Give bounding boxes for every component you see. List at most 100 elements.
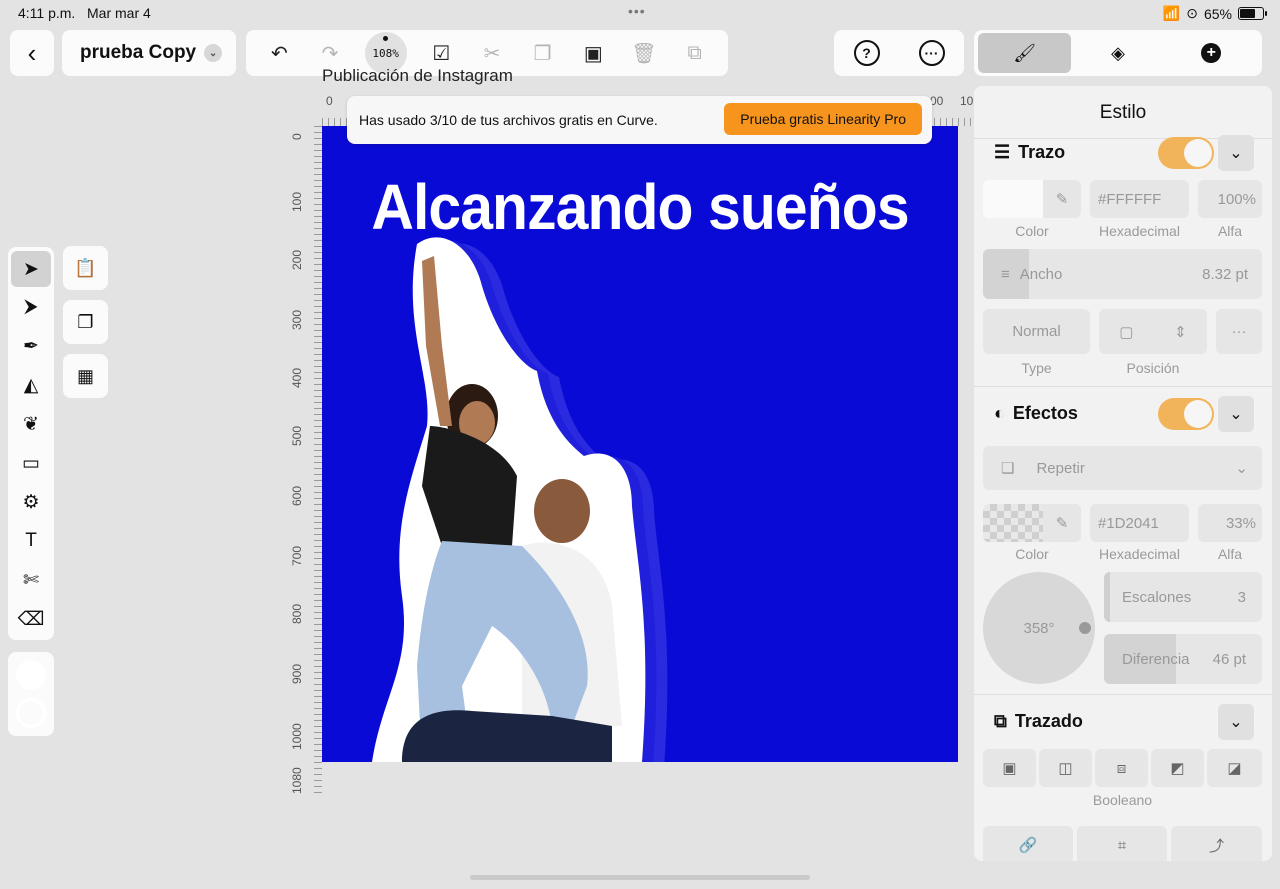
angle-dial[interactable]: 358° <box>983 572 1095 684</box>
help-bar: ? ··· <box>834 30 964 76</box>
selection-tool-icon[interactable]: ➤ <box>11 251 51 287</box>
bezigon-tool-icon[interactable]: ◭ <box>11 367 51 403</box>
panel-title: Estilo <box>1099 102 1147 123</box>
type-label: Type <box>1021 360 1052 376</box>
effect-hex-input[interactable]: #1D2041 <box>1090 504 1189 542</box>
bounding-box-icon[interactable]: ⌗ <box>1077 826 1167 861</box>
duplicate-page-button[interactable]: ❐ <box>63 300 108 344</box>
scissors-tool-icon[interactable]: ✄ <box>11 562 51 598</box>
artboard-canvas[interactable]: Alcanzando sueños <box>322 126 958 762</box>
replace-image-button[interactable]: ▦ <box>63 354 108 398</box>
dial-handle[interactable] <box>1079 622 1091 634</box>
undo-icon[interactable]: ↶ <box>263 37 295 69</box>
ruler-label: 1080 <box>290 767 304 794</box>
difference-slider[interactable]: Diferencia 46 pt <box>1104 634 1262 684</box>
clipboard-button[interactable]: 📋 <box>63 246 108 290</box>
effect-alpha-input[interactable]: 33% <box>1198 504 1262 542</box>
effects-toggle[interactable] <box>1158 398 1214 430</box>
exclude-icon[interactable]: ◩ <box>1151 749 1204 787</box>
slider-fill <box>1104 572 1110 622</box>
ruler-label: 800 <box>290 603 304 624</box>
stroke-hex-input[interactable]: #FFFFFF <box>1090 180 1189 218</box>
style-panel: Estilo ☰ Trazo ⌄ ✎ #FFFFFF 100% Color Hex… <box>974 86 1272 861</box>
chevron-down-icon: ⌄ <box>1229 406 1243 423</box>
effect-mode-select[interactable]: ❏ Repetir ⌄ <box>983 446 1262 490</box>
stroke-position-select[interactable]: ▢ ⇕ <box>1099 309 1207 354</box>
stroke-type-select[interactable]: Normal <box>983 309 1090 354</box>
link-icon[interactable]: 🔗 <box>983 826 1073 861</box>
document-title-button[interactable]: prueba Copy ⌄ <box>62 30 236 76</box>
copy-page-icon: ❐ <box>77 311 94 332</box>
boolean-label: Booleano <box>1092 792 1153 808</box>
divide-icon[interactable]: ◪ <box>1207 749 1262 787</box>
copy-icon[interactable]: ❐ <box>527 37 559 69</box>
eyedropper-icon[interactable]: ✎ <box>1043 180 1081 218</box>
tab-style[interactable]: 🖌 <box>978 33 1072 73</box>
pen-tool-icon[interactable]: ✒ <box>11 328 51 364</box>
path-nodes-icon[interactable]: ⤴ <box>1171 826 1262 861</box>
clipboard-icon: 📋 <box>74 257 97 278</box>
rectangle-tool-icon[interactable]: ▭ <box>11 445 51 481</box>
ruler-label: 700 <box>290 545 304 566</box>
chevron-down-icon: ⌄ <box>1229 714 1243 731</box>
back-button[interactable]: ‹ <box>10 30 54 76</box>
effects-header: ◐ Efectos <box>994 403 1078 423</box>
stroke-expand-button[interactable]: ⌄ <box>1218 135 1254 171</box>
cut-icon[interactable]: ✂ <box>476 37 508 69</box>
ruler-label: 500 <box>290 425 304 446</box>
brush-icon: 🖌 <box>1013 42 1037 63</box>
artboard-title: Publicación de Instagram <box>322 66 513 85</box>
divider <box>974 386 1272 387</box>
more-icon[interactable]: ··· <box>918 40 945 66</box>
tool-column: ➤ ⮞ ✒ ◭ ❦ ▭ ⚙ T ✄ ⌫ <box>8 247 54 640</box>
document-name: prueba Copy <box>80 42 197 63</box>
effect-hex-label: Hexadecimal <box>1099 546 1180 562</box>
upgrade-banner: Has usado 3/10 de tus archivos gratis en… <box>347 96 932 144</box>
steps-label: Escalones <box>1122 588 1192 606</box>
stroke-width-slider[interactable]: ≡ Ancho 8.32 pt <box>983 249 1262 299</box>
try-pro-button[interactable]: Prueba gratis Linearity Pro <box>724 103 922 135</box>
width-grip-icon: ≡ <box>1001 265 1010 283</box>
node-tool-icon[interactable]: ⮞ <box>11 289 51 325</box>
redo-icon[interactable]: ↷ <box>314 37 346 69</box>
help-icon[interactable]: ? <box>853 40 880 66</box>
union-icon[interactable]: ▣ <box>983 749 1036 787</box>
stroke-more-button[interactable]: ··· <box>1216 309 1262 354</box>
select-all-icon[interactable]: ☑ <box>425 37 457 69</box>
eraser-tool-icon[interactable]: ⌫ <box>11 601 51 637</box>
path-expand-button[interactable]: ⌄ <box>1218 704 1254 740</box>
brush-tool-icon[interactable]: ❦ <box>11 406 51 442</box>
multitask-dots[interactable]: ••• <box>628 3 646 19</box>
photo-cutout[interactable] <box>322 126 958 762</box>
home-indicator[interactable] <box>470 875 810 880</box>
delete-icon[interactable]: 🗑 <box>628 37 660 69</box>
ruler-label: 300 <box>290 309 304 330</box>
effect-color-well[interactable]: ✎ <box>983 504 1081 542</box>
effects-expand-button[interactable]: ⌄ <box>1218 396 1254 432</box>
text-tool-icon[interactable]: T <box>11 523 51 559</box>
stroke-color-swatch[interactable] <box>16 698 46 728</box>
tab-add[interactable]: + <box>1165 33 1258 73</box>
stroke-icon: ☰ <box>994 142 1011 162</box>
paste-icon[interactable]: ▣ <box>577 37 609 69</box>
difference-value: 46 pt <box>1212 650 1246 668</box>
square-icon: ▢ <box>1119 323 1134 341</box>
chevron-left-icon: ‹ <box>27 37 37 68</box>
ruler-label: 600 <box>290 485 304 506</box>
subtract-icon[interactable]: ◫ <box>1039 749 1092 787</box>
ruler-label: 0 <box>290 133 304 140</box>
image-tool-icon[interactable]: ⚙ <box>11 484 51 520</box>
ruler-label: 200 <box>290 249 304 270</box>
stroke-color-well[interactable]: ✎ <box>983 180 1081 218</box>
battery-percent: 65% <box>1203 5 1232 22</box>
chevron-down-icon: ⌄ <box>1229 145 1243 162</box>
tab-layers[interactable]: ◈ <box>1071 33 1164 73</box>
intersect-icon[interactable]: ⧈ <box>1095 749 1148 787</box>
steps-slider[interactable]: Escalones 3 <box>1104 572 1262 622</box>
stroke-alpha-input[interactable]: 100% <box>1198 180 1262 218</box>
wifi-icon: 📶 <box>1162 5 1181 21</box>
fill-color-swatch[interactable] <box>16 660 46 690</box>
eyedropper-icon[interactable]: ✎ <box>1043 504 1081 542</box>
duplicate-icon[interactable]: ⧉ <box>679 37 711 69</box>
stroke-toggle[interactable] <box>1158 137 1214 169</box>
